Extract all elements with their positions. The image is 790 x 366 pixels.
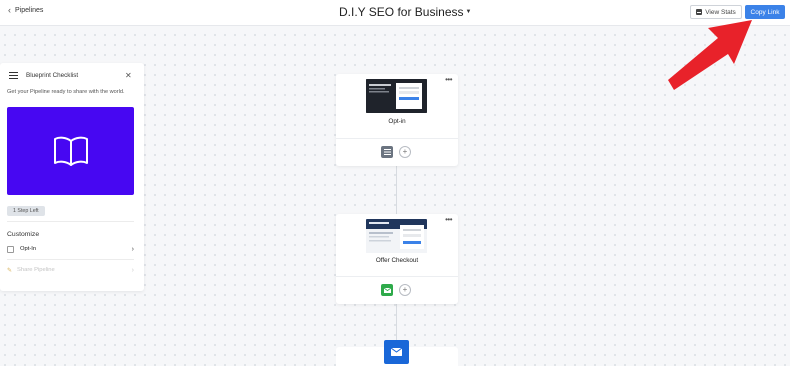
steps-left-badge: 1 Step Left bbox=[7, 206, 45, 216]
step-name: Opt-in bbox=[388, 118, 406, 125]
share-icon: ✎ bbox=[7, 267, 13, 274]
chevron-right-icon: › bbox=[131, 245, 134, 253]
flow-connector bbox=[396, 166, 397, 214]
add-step-button[interactable]: + bbox=[399, 284, 411, 296]
chevron-left-icon: ‹ bbox=[8, 5, 11, 15]
checkbox[interactable] bbox=[7, 245, 14, 253]
page-thumbnail bbox=[366, 79, 427, 113]
checklist-item-share-pipeline[interactable]: ✎ Share Pipeline › bbox=[7, 264, 134, 276]
page-thumbnail bbox=[366, 219, 427, 253]
hero-image bbox=[7, 107, 134, 195]
pipeline-title: D.I.Y SEO for Business bbox=[339, 5, 464, 19]
checklist-item-label: Opt-In bbox=[20, 246, 37, 252]
email-icon[interactable] bbox=[381, 284, 393, 296]
flow-connector bbox=[396, 304, 397, 340]
blueprint-checklist-panel: Blueprint Checklist ✕ Get your Pipeline … bbox=[0, 63, 144, 291]
more-options-icon[interactable]: ••• bbox=[445, 215, 452, 224]
step-name: Offer Checkout bbox=[375, 257, 419, 264]
checklist-item-opt-in[interactable]: Opt-In › bbox=[7, 243, 134, 255]
panel-subtitle: Get your Pipeline ready to share with th… bbox=[7, 89, 125, 95]
red-arrow-annotation bbox=[668, 20, 752, 90]
chevron-right-icon: › bbox=[131, 266, 134, 274]
customize-heading: Customize bbox=[7, 231, 40, 238]
panel-title: Blueprint Checklist bbox=[26, 72, 79, 79]
pipeline-title-dropdown[interactable]: D.I.Y SEO for Business ▼ bbox=[339, 5, 471, 19]
back-to-pipelines-link[interactable]: ‹ Pipelines bbox=[8, 5, 44, 15]
checklist-item-label: Share Pipeline bbox=[17, 267, 55, 273]
open-book-icon bbox=[53, 136, 88, 166]
close-icon[interactable]: ✕ bbox=[125, 71, 132, 80]
divider bbox=[336, 276, 458, 277]
divider bbox=[7, 221, 134, 222]
email-icon[interactable] bbox=[384, 340, 409, 364]
list-icon bbox=[9, 72, 18, 80]
add-step-button[interactable]: + bbox=[399, 146, 411, 158]
list-icon[interactable] bbox=[381, 146, 393, 158]
panel-header: Blueprint Checklist bbox=[9, 72, 79, 80]
divider bbox=[336, 138, 458, 139]
back-label: Pipelines bbox=[15, 7, 44, 14]
step-card-opt-in[interactable]: ••• Opt-in + bbox=[336, 74, 458, 166]
step-card-offer-checkout[interactable]: ••• Offer Checkout + bbox=[336, 214, 458, 304]
caret-down-icon: ▼ bbox=[465, 9, 472, 15]
divider bbox=[7, 259, 134, 260]
more-options-icon[interactable]: ••• bbox=[445, 75, 452, 84]
